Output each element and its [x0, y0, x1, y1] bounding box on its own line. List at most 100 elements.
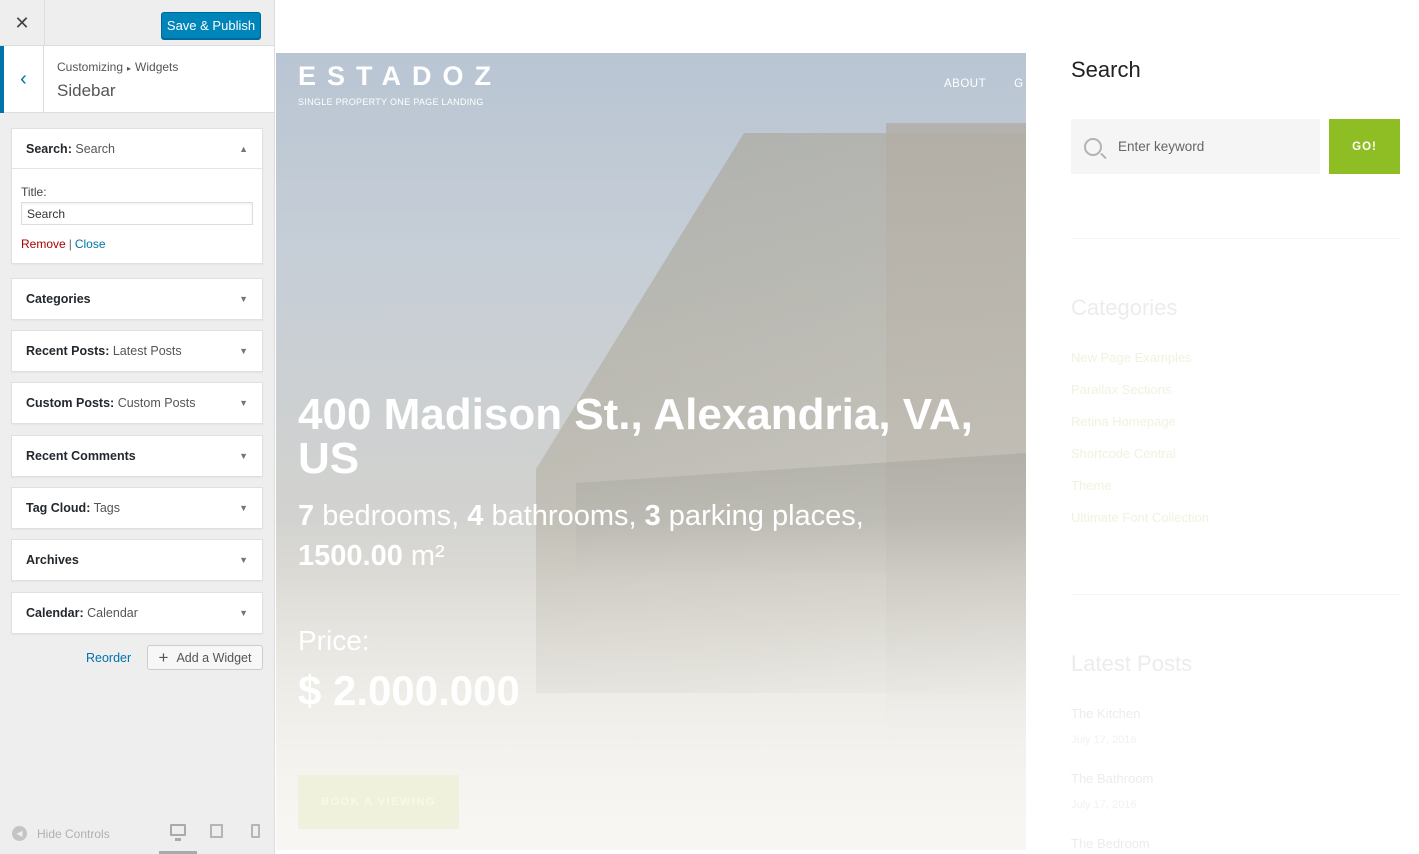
tablet-preview-icon[interactable] [210, 824, 223, 838]
section-header: ‹ Customizing ▸ Widgets Sidebar [0, 46, 274, 113]
widget-subtitle: Tags [93, 501, 121, 515]
widget-custom-posts[interactable]: Custom Posts: Custom Posts ▼ [11, 382, 263, 424]
widget-subtitle: Search [75, 141, 115, 156]
search-widget-heading: Search [1071, 57, 1141, 82]
customizer-footer: ◀ Hide Controls [0, 804, 275, 854]
widget-search: Search: Search ▲ Title: Remove|Close [11, 128, 263, 264]
nav-item-truncated[interactable]: G [1014, 78, 1023, 90]
hide-controls-button[interactable]: ◀ Hide Controls [12, 826, 110, 841]
breadcrumb: Customizing ▸ Widgets [57, 60, 178, 74]
book-viewing-button[interactable]: BOOK A VIEWING [298, 775, 459, 829]
mobile-preview-icon[interactable] [251, 824, 260, 838]
widget-categories-header[interactable]: Categories ▼ [12, 279, 262, 319]
caret-down-icon[interactable]: ▼ [239, 451, 248, 461]
search-go-button[interactable]: GO! [1329, 119, 1400, 174]
category-link[interactable]: Retina Homepage [1071, 414, 1176, 429]
breadcrumb-current: Widgets [135, 60, 179, 74]
caret-down-icon[interactable]: ▼ [239, 398, 248, 408]
widget-name: Categories [26, 292, 91, 306]
close-link[interactable]: Close [75, 237, 106, 251]
caret-down-icon[interactable]: ▼ [239, 503, 248, 513]
widget-name: Archives [26, 553, 79, 567]
customizer-panel: ✕ Save & Publish ‹ Customizing ▸ Widgets S… [0, 0, 275, 854]
sidebar-divider [1071, 594, 1401, 595]
reorder-link[interactable]: Reorder [86, 651, 131, 665]
caret-down-icon[interactable]: ▼ [239, 555, 248, 565]
widget-search-form: Title: Remove|Close [12, 169, 262, 263]
widget-name: Calendar [26, 606, 80, 620]
collapse-icon: ◀ [12, 826, 27, 841]
site-preview: ESTADOZ SINGLE PROPERTY ONE PAGE LANDING… [276, 0, 1419, 854]
hide-controls-label: Hide Controls [37, 826, 110, 841]
area-value: 1500.00 [298, 540, 403, 572]
customizer-header: ✕ Save & Publish [0, 0, 274, 46]
bathrooms-count: 4 [467, 500, 484, 532]
price-value: $ 2.000.000 [298, 667, 520, 714]
widget-subtitle: Custom Posts [117, 396, 196, 410]
property-address: 400 Madison St., Alexandria, VA, US [298, 390, 973, 483]
bedrooms-label: bedrooms, [314, 500, 468, 532]
widget-archives-header[interactable]: Archives ▼ [12, 540, 262, 580]
widget-categories[interactable]: Categories ▼ [11, 278, 263, 320]
property-specs: 7 bedrooms, 4 bathrooms, 3 parking place… [298, 496, 958, 576]
main-nav: ABOUT G [944, 78, 1024, 90]
widget-subtitle: Latest Posts [112, 344, 182, 358]
widget-name: Recent Posts [26, 344, 106, 358]
category-link[interactable]: Ultimate Font Collection [1071, 510, 1209, 525]
category-link[interactable]: Theme [1071, 478, 1111, 493]
preview-sidebar: Search Enter keyword GO! Categories New … [1071, 0, 1401, 854]
post-title-link[interactable]: The Bedroom [1071, 836, 1150, 851]
category-link[interactable]: New Page Examples [1071, 350, 1192, 365]
post-date: July 17, 2016 [1071, 734, 1137, 746]
hero-section: ESTADOZ SINGLE PROPERTY ONE PAGE LANDING… [276, 53, 1026, 850]
category-link[interactable]: Parallax Sections [1071, 382, 1171, 397]
section-title: Sidebar [57, 81, 116, 100]
site-logo[interactable]: ESTADOZ [298, 61, 502, 92]
back-button[interactable]: ‹ [0, 46, 44, 113]
search-icon [1084, 137, 1102, 156]
post-title-link[interactable]: The Kitchen [1071, 706, 1140, 721]
widget-search-header[interactable]: Search: Search ▲ [12, 129, 262, 169]
add-widget-button[interactable]: + Add a Widget [147, 645, 263, 670]
search-placeholder: Enter keyword [1118, 139, 1205, 154]
widget-name: Recent Comments [26, 449, 136, 463]
caret-down-icon[interactable]: ▼ [239, 294, 248, 304]
nav-item-about[interactable]: ABOUT [944, 78, 986, 90]
category-link[interactable]: Shortcode Central [1071, 446, 1176, 461]
widget-name: Search [26, 141, 68, 156]
widget-calendar[interactable]: Calendar: Calendar ▼ [11, 592, 263, 634]
post-date: July 17, 2016 [1071, 799, 1137, 811]
widget-recent-comments[interactable]: Recent Comments ▼ [11, 435, 263, 477]
widget-actions: Remove | Close [21, 237, 253, 251]
parking-label: parking places, [660, 500, 864, 532]
categories-heading: Categories [1071, 295, 1178, 320]
save-publish-button[interactable]: Save & Publish [161, 12, 261, 39]
chevron-left-icon: ‹ [20, 68, 27, 90]
widget-title-input[interactable] [21, 202, 253, 225]
post-title-link[interactable]: The Bathroom [1071, 771, 1153, 786]
sidebar-divider [1071, 238, 1401, 239]
caret-up-icon[interactable]: ▲ [239, 144, 248, 154]
widget-calendar-header[interactable]: Calendar: Calendar ▼ [12, 593, 262, 633]
title-label: Title: [21, 185, 47, 199]
breadcrumb-separator-icon: ▸ [127, 64, 132, 73]
widget-tag-cloud[interactable]: Tag Cloud: Tags ▼ [11, 487, 263, 529]
search-input[interactable]: Enter keyword [1071, 119, 1320, 174]
area-unit: m² [402, 540, 445, 572]
action-separator: | [68, 237, 72, 251]
widget-name: Custom Posts [26, 396, 111, 410]
widget-recent-posts[interactable]: Recent Posts: Latest Posts ▼ [11, 330, 263, 372]
price-label: Price: [298, 625, 370, 656]
widget-recent-comments-header[interactable]: Recent Comments ▼ [12, 436, 262, 476]
widget-archives[interactable]: Archives ▼ [11, 539, 263, 581]
site-tagline: SINGLE PROPERTY ONE PAGE LANDING [298, 97, 484, 107]
desktop-preview-icon[interactable] [170, 824, 186, 841]
plus-icon: + [158, 647, 169, 667]
caret-down-icon[interactable]: ▼ [239, 608, 248, 618]
remove-link[interactable]: Remove [21, 237, 66, 251]
close-customizer-button[interactable]: ✕ [0, 0, 45, 46]
caret-down-icon[interactable]: ▼ [239, 346, 248, 356]
widget-custom-posts-header[interactable]: Custom Posts: Custom Posts ▼ [12, 383, 262, 423]
widget-recent-posts-header[interactable]: Recent Posts: Latest Posts ▼ [12, 331, 262, 371]
widget-tag-cloud-header[interactable]: Tag Cloud: Tags ▼ [12, 488, 262, 528]
